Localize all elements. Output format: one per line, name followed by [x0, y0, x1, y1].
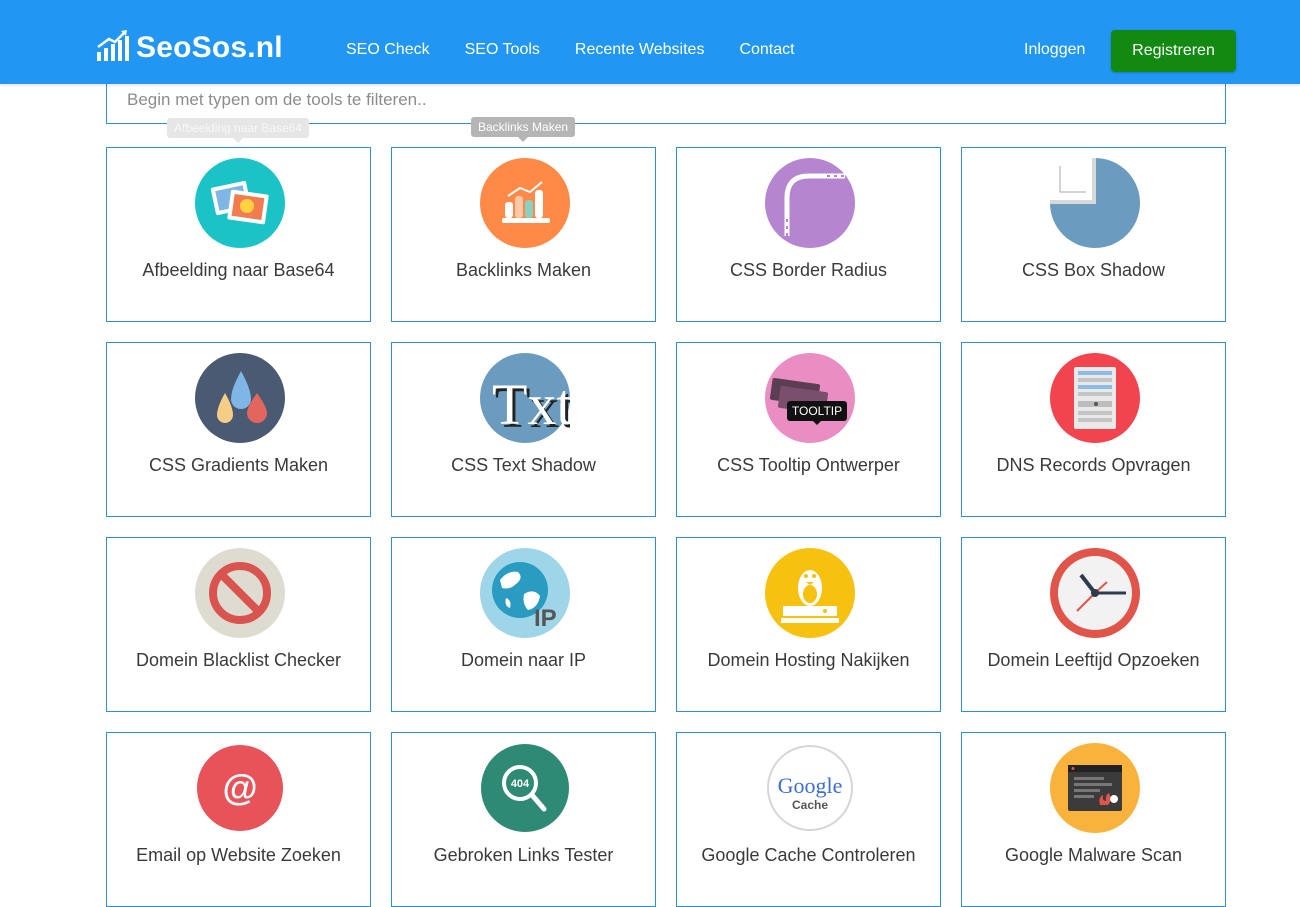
text-shadow-icon: Txt Txt	[480, 353, 570, 443]
tooltip-icon: TOOLTIP	[765, 353, 855, 443]
tool-card-css-border-radius[interactable]: CSS Border Radius	[676, 147, 941, 322]
tool-card-domein-leeftijd-opzoeken[interactable]: Domein Leeftijd Opzoeken	[961, 537, 1226, 712]
tool-label: Domein naar IP	[460, 650, 587, 670]
nav-links: SEO Check SEO Tools Recente Websites Con…	[346, 41, 830, 59]
tool-card-google-cache-controleren[interactable]: Google Cache Google Cache Controleren	[676, 732, 941, 907]
tool-label: Domein Hosting Nakijken	[707, 650, 910, 670]
tool-label: Email op Website Zoeken	[136, 845, 341, 865]
ip-glyph: IP	[534, 605, 557, 632]
tool-card-backlinks-maken[interactable]: Backlinks Maken	[391, 147, 656, 322]
tool-card-dns-records-opvragen[interactable]: DNS Records Opvragen	[961, 342, 1226, 517]
tool-card-css-tooltip-ontwerper[interactable]: TOOLTIP CSS Tooltip Ontwerper	[676, 342, 941, 517]
tool-card-google-malware-scan[interactable]: Google Malware Scan	[961, 732, 1226, 907]
tool-label: Afbeelding naar Base64	[142, 260, 335, 280]
tool-label: Domein Blacklist Checker	[135, 650, 342, 670]
bar-chart-up-icon	[96, 28, 130, 67]
tooltip-backlinks: Backlinks Maken	[471, 117, 576, 142]
tool-label: CSS Gradients Maken	[148, 455, 329, 475]
server-icon	[1050, 353, 1140, 443]
tool-label: Backlinks Maken	[455, 260, 592, 280]
linux-server-icon	[765, 548, 855, 638]
tool-label: CSS Border Radius	[729, 260, 888, 280]
tool-card-css-box-shadow[interactable]: CSS Box Shadow	[961, 147, 1226, 322]
tool-card-domein-blacklist-checker[interactable]: Domein Blacklist Checker	[106, 537, 371, 712]
tooltip-glyph: TOOLTIP	[792, 404, 842, 418]
backlinks-chart-icon	[480, 158, 570, 248]
register-button[interactable]: Registreren	[1111, 30, 1236, 72]
box-shadow-icon	[1050, 158, 1140, 248]
tool-label: Domein Leeftijd Opzoeken	[987, 650, 1200, 670]
globe-icon: IP	[480, 548, 570, 638]
clock-icon	[1050, 548, 1140, 638]
navbar: SeoSos.nl SEO Check SEO Tools Recente We…	[0, 0, 1300, 84]
tooltip-afbeelding: Afbeelding naar Base64	[167, 118, 310, 143]
tool-card-domein-naar-ip[interactable]: IP Domein naar IP	[391, 537, 656, 712]
tool-label: Google Malware Scan	[1004, 845, 1183, 865]
tool-label: Google Cache Controleren	[701, 845, 916, 865]
google-cache-icon: Google Cache	[767, 745, 853, 831]
color-drops-icon	[195, 353, 285, 443]
brand[interactable]: SeoSos.nl	[96, 28, 283, 67]
tool-label: CSS Tooltip Ontwerper	[717, 455, 900, 475]
brand-name: SeoSos.nl	[136, 30, 283, 64]
tool-label: Gebroken Links Tester	[433, 845, 614, 865]
tool-card-afbeelding-naar-base64[interactable]: Afbeelding naar Base64	[106, 147, 371, 322]
tool-card-gebroken-links-tester[interactable]: 404 Gebroken Links Tester	[391, 732, 656, 907]
tool-label: CSS Box Shadow	[1021, 260, 1166, 280]
tool-label: DNS Records Opvragen	[996, 455, 1191, 475]
cache-glyph: Cache	[792, 798, 828, 812]
text-shadow-glyph: Txt	[492, 372, 570, 437]
google-glyph: Google	[778, 773, 843, 798]
border-radius-icon	[765, 158, 855, 248]
search-404-icon: 404	[481, 744, 569, 832]
tool-card-css-gradients-maken[interactable]: CSS Gradients Maken	[106, 342, 371, 517]
blocked-icon	[195, 548, 285, 638]
at-sign-icon: @	[197, 745, 283, 831]
tool-label: CSS Text Shadow	[451, 455, 596, 475]
tool-card-css-text-shadow[interactable]: Txt Txt CSS Text Shadow	[391, 342, 656, 517]
login-link[interactable]: Inloggen	[1024, 41, 1085, 59]
nav-seo-tools[interactable]: SEO Tools	[465, 41, 540, 59]
image-icon	[195, 158, 285, 248]
nav-recente-websites[interactable]: Recente Websites	[575, 41, 705, 59]
nav-contact[interactable]: Contact	[739, 41, 794, 59]
tool-card-email-op-website-zoeken[interactable]: @ Email op Website Zoeken	[106, 732, 371, 907]
nav-seo-check[interactable]: SEO Check	[346, 41, 430, 59]
malware-browser-icon	[1050, 743, 1140, 833]
404-glyph: 404	[511, 778, 530, 790]
tool-card-domein-hosting-nakijken[interactable]: Domein Hosting Nakijken	[676, 537, 941, 712]
at-glyph: @	[222, 767, 257, 808]
